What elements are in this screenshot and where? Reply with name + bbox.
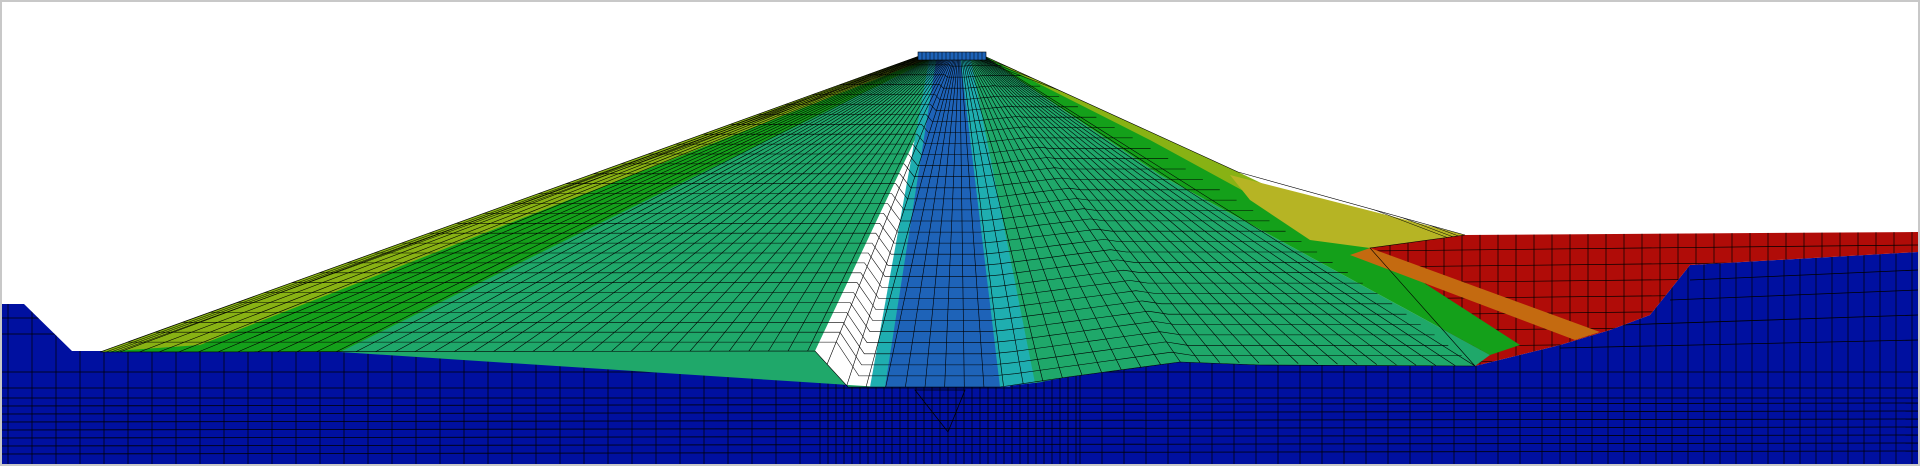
zone-shell-mid-right	[970, 55, 1490, 383]
dam-body	[99, 54, 1600, 388]
crest-block	[917, 51, 987, 61]
dam-mesh-plot	[2, 51, 1918, 464]
model-viewport[interactable]	[0, 0, 1920, 466]
crest-mesh	[917, 51, 987, 61]
